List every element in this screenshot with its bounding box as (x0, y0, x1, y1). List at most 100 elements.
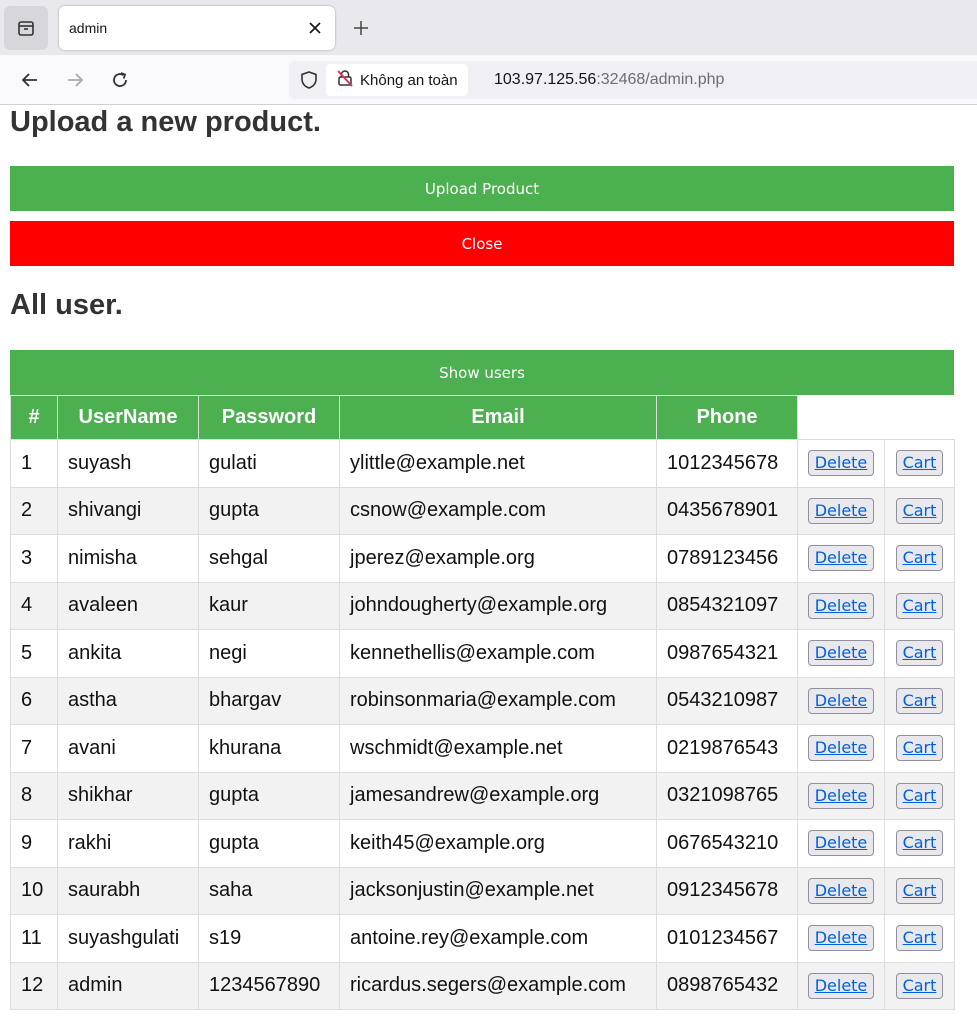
cell-email: csnow@example.com (339, 486, 657, 535)
close-icon[interactable] (305, 18, 325, 38)
cell-phone: 1012345678 (656, 439, 798, 488)
delete-button[interactable]: Delete (807, 640, 875, 667)
cell-number: 12 (10, 961, 58, 1010)
cart-button[interactable]: Cart (895, 735, 944, 762)
delete-cell: Delete (797, 676, 885, 725)
cell-username: shikhar (57, 771, 199, 820)
tab-list-button[interactable] (4, 6, 48, 50)
reload-icon[interactable] (107, 67, 133, 93)
back-arrow-icon[interactable] (17, 67, 43, 93)
users-table: # UserName Password Email Phone 1 suyash g… (10, 395, 955, 1010)
cell-username: saurabh (57, 866, 199, 915)
cell-email: keith45@example.org (339, 819, 657, 868)
delete-button[interactable]: Delete (807, 497, 875, 524)
cell-password: bhargav (198, 676, 340, 725)
close-button[interactable]: Close (10, 221, 954, 266)
insecure-lock-icon (336, 69, 354, 91)
delete-button[interactable]: Delete (807, 925, 875, 952)
delete-button[interactable]: Delete (807, 450, 875, 477)
tab-strip: admin (0, 0, 977, 55)
new-tab-icon[interactable] (350, 17, 372, 39)
cell-number: 4 (10, 581, 58, 630)
table-body: 1 suyash gulati ylittle@example.net 10123456… (10, 439, 955, 1010)
table-row: 6 astha bhargav robinsonmaria@example.com 05… (10, 676, 955, 725)
cell-number: 9 (10, 819, 58, 868)
cell-username: suyashgulati (57, 914, 199, 963)
cell-email: kennethellis@example.com (339, 629, 657, 678)
cell-email: jacksonjustin@example.net (339, 866, 657, 915)
url-bar[interactable]: Không an toàn 103.97.125.56:32468/admin.… (289, 61, 977, 99)
cart-button[interactable]: Cart (895, 925, 944, 952)
cell-phone: 0219876543 (656, 724, 798, 773)
cart-button[interactable]: Cart (895, 640, 944, 667)
cart-cell: Cart (884, 676, 955, 725)
url-text[interactable]: 103.97.125.56:32468/admin.php (494, 71, 724, 89)
cell-password: sehgal (198, 534, 340, 583)
cart-button[interactable]: Cart (895, 497, 944, 524)
cell-number: 10 (10, 866, 58, 915)
delete-button[interactable]: Delete (807, 972, 875, 999)
delete-button[interactable]: Delete (807, 830, 875, 857)
upload-heading: Upload a new product. (10, 106, 321, 138)
table-row: 12 admin 1234567890 ricardus.segers@example… (10, 961, 955, 1010)
cell-phone: 0435678901 (656, 486, 798, 535)
table-row: 8 shikhar gupta jamesandrew@example.org 0321… (10, 771, 955, 820)
cart-button[interactable]: Cart (895, 450, 944, 477)
cart-button[interactable]: Cart (895, 830, 944, 857)
cell-password: negi (198, 629, 340, 678)
cart-button[interactable]: Cart (895, 687, 944, 714)
cart-cell: Cart (884, 534, 955, 583)
cell-number: 11 (10, 914, 58, 963)
security-label: Không an toàn (360, 71, 458, 89)
delete-button[interactable]: Delete (807, 592, 875, 619)
cell-email: jperez@example.org (339, 534, 657, 583)
security-indicator[interactable]: Không an toàn (326, 64, 468, 96)
delete-cell: Delete (797, 961, 885, 1010)
tab-title: admin (69, 20, 108, 36)
cell-number: 3 (10, 534, 58, 583)
cart-button[interactable]: Cart (895, 592, 944, 619)
delete-cell: Delete (797, 914, 885, 963)
page-content: Upload a new product. Upload Product Clo… (0, 106, 977, 1023)
browser-tab[interactable]: admin (59, 6, 335, 50)
delete-cell: Delete (797, 866, 885, 915)
cell-username: shivangi (57, 486, 199, 535)
delete-button[interactable]: Delete (807, 735, 875, 762)
cell-email: jamesandrew@example.org (339, 771, 657, 820)
cart-cell: Cart (884, 439, 955, 488)
cell-password: gupta (198, 819, 340, 868)
cart-button[interactable]: Cart (895, 877, 944, 904)
cell-username: suyash (57, 439, 199, 488)
table-row: 2 shivangi gupta csnow@example.com 043567890… (10, 486, 955, 535)
forward-arrow-icon[interactable] (62, 67, 88, 93)
cell-email: antoine.rey@example.com (339, 914, 657, 963)
show-users-button[interactable]: Show users (10, 350, 954, 395)
delete-button[interactable]: Delete (807, 545, 875, 572)
delete-cell: Delete (797, 534, 885, 583)
cart-button[interactable]: Cart (895, 972, 944, 999)
cell-phone: 0676543210 (656, 819, 798, 868)
table-row: 7 avani khurana wschmidt@example.net 0219876… (10, 724, 955, 773)
cart-cell: Cart (884, 866, 955, 915)
cell-username: admin (57, 961, 199, 1010)
table-row: 3 nimisha sehgal jperez@example.org 07891234… (10, 534, 955, 583)
shield-icon[interactable] (299, 70, 319, 90)
cell-phone: 0101234567 (656, 914, 798, 963)
cell-number: 8 (10, 771, 58, 820)
delete-button[interactable]: Delete (807, 782, 875, 809)
cart-cell: Cart (884, 914, 955, 963)
delete-button[interactable]: Delete (807, 687, 875, 714)
cell-phone: 0789123456 (656, 534, 798, 583)
delete-button[interactable]: Delete (807, 877, 875, 904)
cart-button[interactable]: Cart (895, 782, 944, 809)
cart-button[interactable]: Cart (895, 545, 944, 572)
cell-username: nimisha (57, 534, 199, 583)
cell-password: 1234567890 (198, 961, 340, 1010)
upload-product-button[interactable]: Upload Product (10, 166, 954, 211)
cell-email: wschmidt@example.net (339, 724, 657, 773)
cart-cell: Cart (884, 629, 955, 678)
cart-cell: Cart (884, 486, 955, 535)
cell-password: kaur (198, 581, 340, 630)
cell-password: gulati (198, 439, 340, 488)
users-heading: All user. (10, 289, 123, 321)
